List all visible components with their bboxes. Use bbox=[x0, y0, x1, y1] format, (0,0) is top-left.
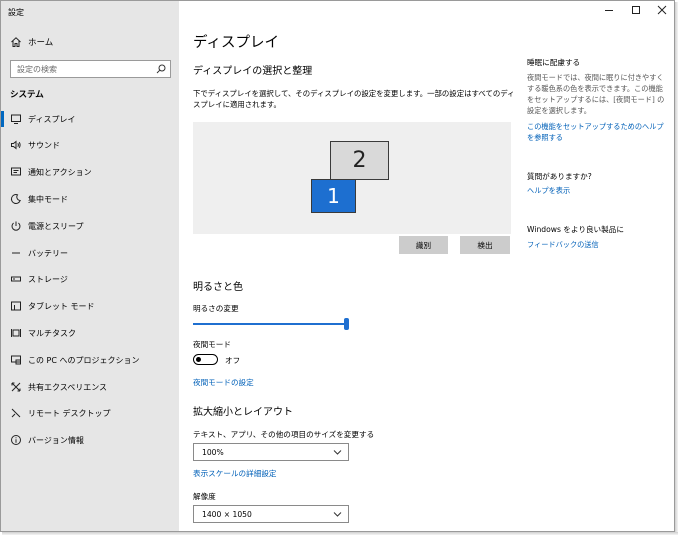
advanced-scaling-link[interactable]: 表示スケールの詳細設定 bbox=[193, 468, 277, 479]
night-mode-settings-link[interactable]: 夜間モードの設定 bbox=[193, 377, 254, 388]
scale-dropdown[interactable]: 100% bbox=[193, 443, 349, 461]
home-nav-item[interactable]: ホーム bbox=[1, 32, 179, 52]
window-title: 設定 bbox=[8, 8, 24, 17]
sidebar-item-storage[interactable]: ストレージ bbox=[1, 268, 179, 290]
detect-button[interactable]: 検出 bbox=[460, 236, 510, 254]
projection-icon bbox=[11, 355, 21, 365]
search-box[interactable] bbox=[10, 60, 171, 78]
close-icon[interactable] bbox=[652, 3, 672, 17]
battery-icon bbox=[12, 252, 20, 254]
sidebar-item-battery[interactable]: バッテリー bbox=[1, 242, 179, 264]
sidebar-item-label: 電源とスリープ bbox=[28, 222, 84, 231]
resolution-dropdown[interactable]: 1400 × 1050 bbox=[193, 505, 349, 523]
slider-track bbox=[193, 323, 345, 325]
monitor-arrangement: 2 1 bbox=[193, 122, 511, 234]
feedback-link[interactable]: フィードバックの送信 bbox=[527, 239, 669, 250]
search-input[interactable] bbox=[11, 61, 151, 77]
slider-thumb[interactable] bbox=[344, 318, 349, 330]
page-title: ディスプレイ bbox=[193, 35, 279, 51]
monitor-2-tile[interactable]: 2 bbox=[330, 141, 389, 180]
share-icon bbox=[11, 382, 21, 392]
section-label-system: システム bbox=[10, 90, 44, 100]
sidebar-item-focus[interactable]: 集中モード bbox=[1, 188, 179, 210]
sidebar-item-multitask[interactable]: マルチタスク bbox=[1, 322, 179, 344]
night-mode-label: 夜間モード bbox=[193, 340, 231, 349]
sidebar-item-label: リモート デスクトップ bbox=[28, 409, 111, 418]
sidebar-item-power[interactable]: 電源とスリープ bbox=[1, 215, 179, 237]
sidebar-item-tablet[interactable]: タブレット モード bbox=[1, 295, 179, 317]
identify-button[interactable]: 識別 bbox=[399, 236, 448, 254]
storage-icon bbox=[11, 276, 21, 282]
multitask-icon bbox=[11, 329, 21, 337]
brightness-label: 明るさの変更 bbox=[193, 304, 239, 313]
sidebar-item-label: バージョン情報 bbox=[28, 436, 84, 445]
question-heading: 質問がありますか? bbox=[527, 172, 592, 181]
sidebar-item-label: マルチタスク bbox=[28, 329, 76, 338]
scale-heading: 拡大縮小とレイアウト bbox=[193, 407, 293, 418]
maximize-icon[interactable] bbox=[626, 3, 646, 17]
sidebar-item-display[interactable]: ディスプレイ bbox=[1, 108, 179, 130]
active-indicator bbox=[1, 111, 4, 127]
monitor-1-tile[interactable]: 1 bbox=[311, 179, 356, 213]
info-icon bbox=[11, 435, 21, 445]
resolution-label: 解像度 bbox=[193, 492, 216, 501]
arrange-description: 下でディスプレイを選択して、そのディスプレイの設定を変更します。一部の設定はすべ… bbox=[193, 89, 515, 109]
tablet-icon bbox=[11, 301, 21, 311]
sleep-text: 夜間モードでは、夜間に眠りに付きやすくする暖色系の色を表示できます。この機能をセ… bbox=[527, 73, 665, 115]
brightness-heading: 明るさと色 bbox=[193, 282, 243, 293]
night-mode-toggle[interactable] bbox=[193, 354, 218, 365]
settings-window: 設定 ホーム システム ディスプレイ サウンド 通知とアクション bbox=[0, 0, 675, 532]
sidebar-item-shared-experiences[interactable]: 共有エクスペリエンス bbox=[1, 376, 179, 398]
speaker-icon bbox=[11, 140, 21, 150]
home-icon bbox=[11, 37, 21, 47]
feedback-heading: Windows をより良い製品に bbox=[527, 225, 624, 234]
home-label: ホーム bbox=[28, 38, 54, 48]
help-link[interactable]: ヘルプを表示 bbox=[527, 185, 669, 196]
sidebar-item-label: 集中モード bbox=[28, 195, 68, 204]
sidebar-item-label: この PC へのプロジェクション bbox=[28, 356, 140, 365]
sidebar-item-label: バッテリー bbox=[28, 249, 68, 258]
toggle-knob bbox=[196, 356, 201, 362]
sidebar-item-remote-desktop[interactable]: リモート デスクトップ bbox=[1, 402, 179, 424]
search-icon[interactable] bbox=[155, 63, 167, 75]
chevron-down-icon bbox=[333, 512, 342, 517]
sidebar-item-sound[interactable]: サウンド bbox=[1, 134, 179, 156]
sleep-help-link[interactable]: この機能をセットアップするためのヘルプを参照する bbox=[527, 121, 669, 143]
sidebar-item-notifications[interactable]: 通知とアクション bbox=[1, 161, 179, 183]
sidebar-item-label: タブレット モード bbox=[28, 302, 95, 311]
brightness-slider[interactable] bbox=[193, 318, 351, 330]
arrange-heading: ディスプレイの選択と整理 bbox=[193, 66, 313, 77]
notification-icon bbox=[11, 167, 21, 176]
sidebar-item-about[interactable]: バージョン情報 bbox=[1, 429, 179, 451]
size-label: テキスト、アプリ、その他の項目のサイズを変更する bbox=[193, 430, 375, 439]
sidebar-item-label: ディスプレイ bbox=[28, 115, 76, 124]
scale-value: 100% bbox=[202, 448, 224, 457]
monitor-icon bbox=[11, 114, 21, 124]
chevron-down-icon bbox=[333, 450, 342, 455]
moon-icon bbox=[10, 194, 21, 204]
sleep-heading: 睡眠に配慮する bbox=[527, 58, 581, 67]
sidebar-item-label: サウンド bbox=[28, 141, 60, 150]
minimize-icon[interactable] bbox=[599, 3, 619, 17]
sidebar: 設定 ホーム システム ディスプレイ サウンド 通知とアクション bbox=[1, 1, 179, 531]
sidebar-item-label: 通知とアクション bbox=[28, 168, 92, 177]
sidebar-item-projection[interactable]: この PC へのプロジェクション bbox=[1, 349, 179, 371]
resolution-value: 1400 × 1050 bbox=[202, 510, 252, 519]
power-icon bbox=[11, 221, 21, 231]
sidebar-item-label: 共有エクスペリエンス bbox=[28, 383, 108, 392]
night-mode-state: オフ bbox=[225, 356, 241, 365]
sidebar-item-label: ストレージ bbox=[28, 275, 68, 284]
remote-icon bbox=[11, 408, 21, 418]
